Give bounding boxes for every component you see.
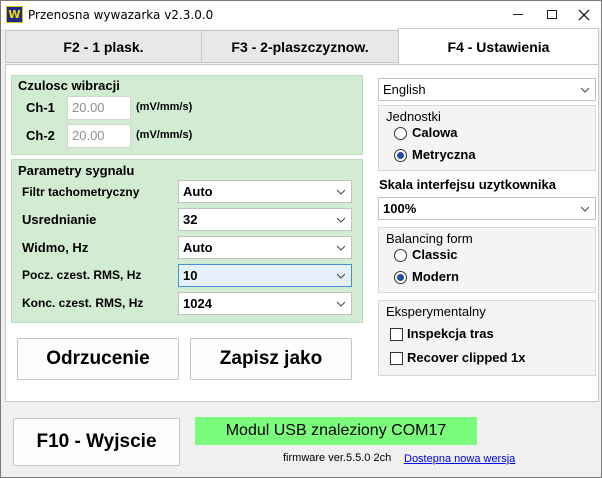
app-logo-icon: W — [6, 6, 23, 23]
discard-button[interactable]: Odrzucenie — [17, 338, 179, 380]
signal-parameters-group: Parametry sygnalu Filtr tachometryczny A… — [11, 159, 363, 323]
window-title: Przenosna wywazarka v2.3.0.0 — [28, 8, 214, 22]
recover-clipped-checkbox[interactable] — [390, 352, 403, 365]
rms-start-select[interactable]: 10 — [178, 264, 352, 287]
spectrum-value: Auto — [183, 240, 213, 255]
imperial-label: Calowa — [412, 125, 458, 140]
maximize-button[interactable] — [535, 1, 569, 29]
experimental-group: Eksperymentalny Inspekcja tras Recover c… — [378, 300, 596, 376]
units-group-title: Jednostki — [386, 109, 441, 124]
tacho-filter-value: Auto — [183, 184, 213, 199]
language-value: English — [383, 82, 426, 97]
chevron-down-icon — [581, 206, 589, 212]
tab-1-plane[interactable]: F2 - 1 plask. — [5, 30, 202, 63]
radio-modern[interactable] — [394, 271, 407, 284]
ch2-unit: (mV/mm/s) — [136, 129, 193, 141]
chevron-down-icon — [337, 301, 345, 307]
averaging-select[interactable]: 32 — [178, 208, 352, 231]
rms-end-label: Konc. czest. RMS, Hz — [22, 296, 144, 310]
balancing-group-title: Balancing form — [386, 231, 473, 246]
rms-start-label: Pocz. czest. RMS, Hz — [22, 268, 142, 282]
chevron-down-icon — [337, 189, 345, 195]
spectrum-select[interactable]: Auto — [178, 236, 352, 259]
route-inspection-label: Inspekcja tras — [407, 326, 494, 341]
experimental-group-title: Eksperymentalny — [386, 304, 486, 319]
rms-end-select[interactable]: 1024 — [178, 292, 352, 315]
rms-start-value: 10 — [183, 268, 198, 283]
spectrum-label: Widmo, Hz — [22, 240, 89, 255]
minimize-icon — [513, 14, 523, 16]
metric-label: Metryczna — [412, 147, 476, 162]
ch2-label: Ch-2 — [26, 128, 55, 143]
units-group: Jednostki Calowa Metryczna — [378, 105, 596, 171]
ui-scale-label: Skala interfejsu uzytkownika — [379, 177, 557, 192]
chevron-down-icon — [337, 245, 345, 251]
rms-end-value: 1024 — [183, 296, 212, 311]
route-inspection-checkbox[interactable] — [390, 328, 403, 341]
ui-scale-value: 100% — [383, 201, 417, 216]
classic-label: Classic — [412, 247, 458, 262]
radio-imperial[interactable] — [394, 127, 407, 140]
chevron-down-icon — [581, 87, 589, 93]
radio-metric[interactable] — [394, 149, 407, 162]
balancing-form-group: Balancing form Classic Modern — [378, 227, 596, 293]
main-window: W Przenosna wywazarka v2.3.0.0 F2 - 1 pl… — [0, 0, 602, 478]
vibration-group-title: Czulosc wibracji — [18, 78, 120, 93]
save-as-button[interactable]: Zapisz jako — [190, 338, 352, 380]
ui-scale-select[interactable]: 100% — [378, 197, 596, 220]
close-icon — [578, 9, 590, 21]
title-bar: W Przenosna wywazarka v2.3.0.0 — [1, 1, 601, 29]
ch1-sensitivity-input[interactable]: 20.00 — [67, 96, 131, 120]
language-select[interactable]: English — [378, 78, 596, 101]
tacho-filter-select[interactable]: Auto — [178, 180, 352, 203]
tab-settings[interactable]: F4 - Ustawienia — [398, 28, 599, 65]
tacho-filter-label: Filtr tachometryczny — [22, 185, 140, 199]
ch1-unit: (mV/mm/s) — [136, 101, 193, 113]
ch1-label: Ch-1 — [26, 100, 55, 115]
chevron-down-icon — [337, 217, 345, 223]
vibration-sensitivity-group: Czulosc wibracji Ch-1 20.00 (mV/mm/s) Ch… — [11, 75, 363, 155]
modern-label: Modern — [412, 269, 459, 284]
maximize-icon — [547, 10, 557, 20]
exit-button[interactable]: F10 - Wyjscie — [13, 418, 180, 466]
averaging-label: Usrednianie — [22, 212, 97, 227]
ch2-sensitivity-input[interactable]: 20.00 — [67, 124, 131, 148]
update-available-link[interactable]: Dostepna nowa wersja — [404, 453, 515, 465]
signal-group-title: Parametry sygnalu — [18, 163, 135, 178]
close-button[interactable] — [567, 1, 601, 29]
averaging-value: 32 — [183, 212, 198, 227]
firmware-version: firmware ver.5.5.0 2ch — [283, 452, 392, 464]
radio-classic[interactable] — [394, 249, 407, 262]
minimize-button[interactable] — [501, 1, 535, 29]
usb-status-banner: Modul USB znaleziony COM17 — [195, 417, 477, 445]
chevron-down-icon — [337, 273, 345, 279]
tab-2-plane[interactable]: F3 - 2-plaszczyznow. — [201, 30, 399, 63]
recover-clipped-label: Recover clipped 1x — [407, 350, 526, 365]
